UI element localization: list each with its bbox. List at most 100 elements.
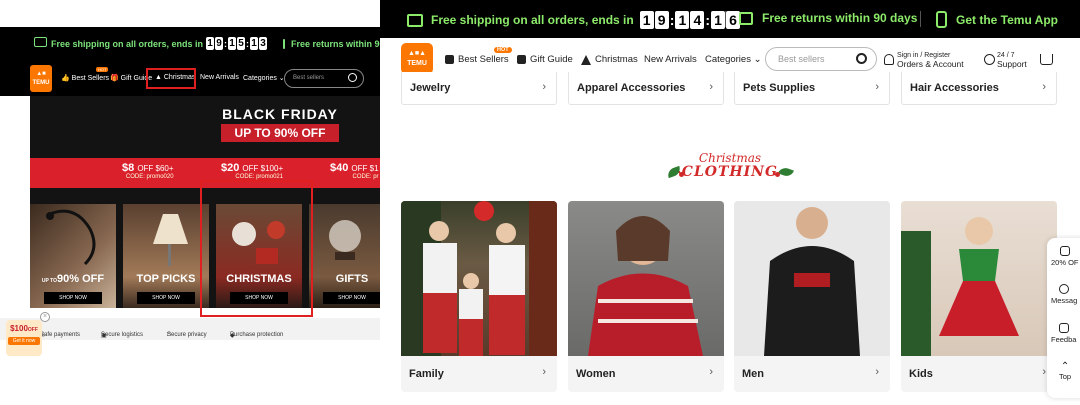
nav-categories[interactable]: Categories ⌄ [243, 74, 285, 82]
free-shipping-segment: Free shipping on all orders, ends in 19:… [407, 11, 741, 29]
search-placeholder: Best sellers [778, 54, 825, 64]
category-item-apparel-accessories[interactable]: Apparel Accessories › [568, 72, 724, 105]
get-app-segment[interactable]: Get the Temu App [936, 11, 1058, 28]
nav-categories[interactable]: Categories ⌄ [705, 54, 762, 65]
nav-label: Categories [705, 54, 751, 65]
shop-now-button[interactable]: SHOP NOW [323, 292, 380, 304]
timer-digit: 3 [259, 37, 268, 50]
free-returns-segment: Free returns within 90 days [739, 11, 917, 25]
search-input[interactable]: Best sellers [765, 47, 877, 71]
floating-side-widget: 20% OF Messag Feedba ⌃ Top [1047, 238, 1080, 398]
nav-christmas[interactable]: Christmas [581, 54, 638, 65]
tile-label: GIFTS [335, 273, 369, 285]
gift-icon [517, 55, 526, 64]
floating-coupon[interactable]: $100OFF Get it now [6, 320, 42, 356]
get-it-now-button[interactable]: Get it now [8, 337, 40, 345]
side-item-message[interactable]: Messag [1051, 284, 1077, 305]
temu-logo[interactable]: ▲■▲ TEMU [401, 43, 433, 74]
nav-new-arrivals[interactable]: New Arrivals [200, 74, 239, 81]
promo-tile-top-picks[interactable]: TOP PICKS SHOP NOW [123, 204, 209, 308]
side-item-top[interactable]: ⌃ Top [1059, 361, 1071, 382]
promo-tile-90-off[interactable]: UP TO90% OFF SHOP NOW [30, 204, 116, 308]
feedback-icon [1058, 323, 1069, 333]
account-line1: Sign in / Register [897, 52, 951, 59]
promo-tile-gifts[interactable]: GIFTS SHOP NOW [309, 204, 380, 308]
timer-digit: 1 [711, 11, 726, 29]
shop-now-button[interactable]: SHOP NOW [44, 292, 102, 304]
logo-glyph-icon: ▲■ [36, 71, 46, 77]
christmas-clothing-heading: Christmas -CLOTHING- [665, 152, 795, 186]
timer-colon: : [705, 12, 711, 28]
category-item-pets-supplies[interactable]: Pets Supplies › [734, 72, 890, 105]
nav-new-arrivals[interactable]: New Arrivals [644, 54, 697, 65]
timer-digit: 1 [250, 37, 259, 50]
side-item-coupon[interactable]: 20% OF [1051, 246, 1079, 267]
divider [725, 11, 726, 27]
clothing-card-women[interactable]: Women › [568, 201, 724, 392]
free-shipping-text: Free shipping on all orders, ends in [431, 13, 634, 27]
user-icon [884, 54, 894, 65]
holly-berry-icon [775, 172, 780, 177]
phone-icon [936, 11, 947, 28]
timer-digit: 9 [215, 37, 224, 50]
support-menu[interactable]: 24 / 7 Support [984, 52, 1027, 70]
free-shipping-text: Free shipping on all orders, ends in [51, 38, 204, 49]
countdown-timer: 19:15:13 [206, 37, 268, 50]
account-menu[interactable]: Sign in / Register Orders & Account [884, 52, 964, 70]
men-photo [734, 201, 890, 356]
nav-best-sellers[interactable]: 👍 Best Sellers [61, 74, 109, 82]
trust-label: Safe payments [40, 332, 81, 338]
category-label: Jewelry [410, 82, 451, 94]
category-item-jewelry[interactable]: Jewelry › [401, 72, 557, 105]
holly-berry-icon [679, 172, 684, 177]
timer-digit: 1 [675, 11, 690, 29]
hot-badge: HOT [96, 67, 109, 72]
clothing-card-family[interactable]: Family › [401, 201, 557, 392]
returns-icon [283, 38, 286, 49]
category-item-hair-accessories[interactable]: Hair Accessories › [901, 72, 1057, 105]
account-line2: Orders & Account [897, 59, 964, 69]
search-input[interactable]: Best sellers [284, 69, 364, 88]
truck-icon [34, 37, 47, 47]
coupon-icon [1059, 246, 1070, 256]
logo-text: TEMU [407, 60, 427, 67]
nav-label: Christmas [595, 54, 638, 65]
chevron-right-icon: › [542, 81, 546, 93]
timer-colon: : [246, 38, 250, 49]
timer-digit: 1 [639, 11, 654, 29]
search-icon[interactable] [856, 53, 867, 64]
coupon-card[interactable]: $8 OFF $60+ CODE: promo020 [122, 162, 174, 180]
hot-badge: HOT [494, 47, 512, 53]
side-label: Feedba [1051, 335, 1077, 344]
christmas-tree-icon [581, 54, 591, 65]
main-nav: ▲■ TEMU 👍 Best Sellers HOT 🎁 Gift Guide ▲… [0, 60, 380, 96]
nav-label: Best Sellers [71, 75, 110, 82]
chevron-right-icon: › [1042, 366, 1046, 378]
side-item-feedback[interactable]: Feedba [1051, 323, 1076, 344]
shop-now-button[interactable]: SHOP NOW [137, 292, 195, 304]
men-hoodie-image [764, 207, 860, 356]
temu-logo[interactable]: ▲■ TEMU [30, 65, 52, 92]
search-icon[interactable] [348, 73, 357, 82]
search-placeholder: Best sellers [293, 75, 325, 81]
clothing-card-kids[interactable]: Kids › [901, 201, 1057, 392]
close-icon[interactable]: × [40, 312, 50, 322]
chevron-up-icon: ⌃ [1060, 361, 1070, 372]
clothing-card-men[interactable]: Men › [734, 201, 890, 392]
get-app-text[interactable]: Get the Temu App [956, 13, 1058, 27]
coupon-card[interactable]: $40 OFF $1 CODE: pr [330, 162, 379, 180]
trust-bar: ☉ Safe payments ▣ Secure logistics □ Sec… [0, 318, 380, 340]
coupon-off: OFF [27, 327, 38, 333]
chevron-right-icon: › [1042, 81, 1046, 93]
chevron-right-icon: › [709, 81, 713, 93]
coupon-card[interactable]: $20 OFF $100+ CODE: promo021 [221, 162, 283, 180]
coupon-code: CODE: promo020 [125, 174, 174, 180]
nav-gift-guide[interactable]: Gift Guide [517, 54, 573, 65]
truck-icon [407, 13, 423, 27]
logo-text: TEMU [32, 80, 50, 86]
card-label: Women [576, 368, 616, 380]
banner-headline: BLACK FRIDAY UP TO 90% OFF [205, 106, 355, 142]
chevron-right-icon: › [542, 366, 546, 378]
nav-best-sellers[interactable]: Best Sellers [445, 54, 509, 65]
cart-icon[interactable] [1040, 54, 1053, 65]
